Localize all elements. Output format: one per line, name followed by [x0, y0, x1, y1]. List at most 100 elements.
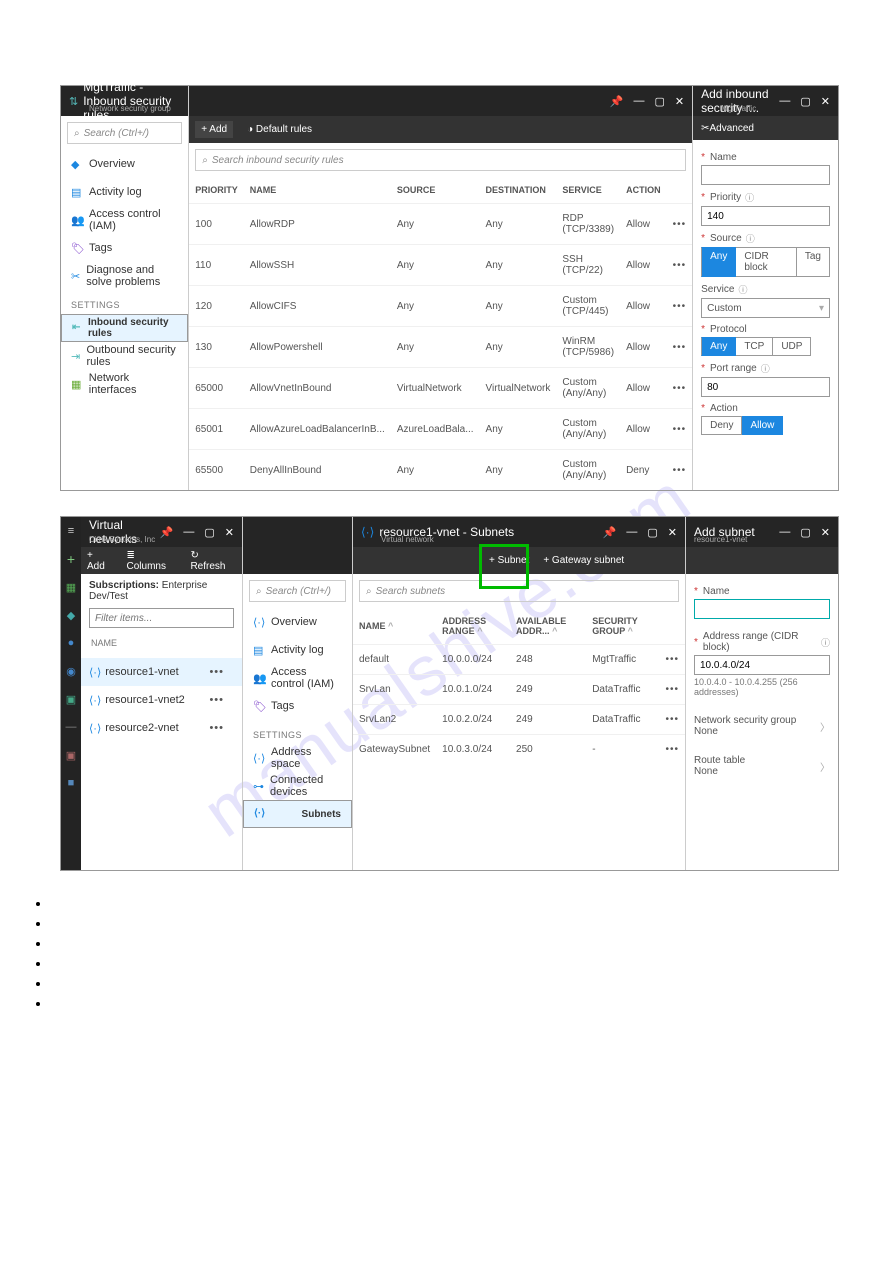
table-row[interactable]: SrvLan210.0.2.0/24249DataTraffic••• [353, 705, 685, 735]
advanced-button[interactable]: ✂ Advanced [693, 116, 838, 140]
source-tag[interactable]: Tag [797, 247, 830, 277]
col-nsg[interactable]: SECURITY GROUP ^ [586, 608, 659, 645]
maximize-icon[interactable]: ▢ [800, 95, 810, 108]
vnet-item-subnets[interactable]: ⟨·⟩Subnets [243, 800, 352, 828]
vnet-item-activity[interactable]: ▤Activity log [243, 636, 352, 664]
table-row[interactable]: 100AllowRDPAnyAnyRDP (TCP/3389)Allow••• [189, 204, 692, 245]
protocol-tcp[interactable]: TCP [736, 337, 773, 356]
protocol-udp[interactable]: UDP [773, 337, 811, 356]
vnet-item-iam[interactable]: 👥Access control (IAM) [243, 664, 352, 692]
row-menu-icon[interactable]: ••• [659, 675, 685, 705]
vnet-item-connected-devices[interactable]: ⊶Connected devices [243, 772, 352, 800]
portrange-input[interactable] [701, 377, 830, 397]
col-source[interactable]: SOURCE [391, 177, 480, 204]
table-row[interactable]: 130AllowPowershellAnyAnyWinRM (TCP/5986)… [189, 327, 692, 368]
protocol-segment[interactable]: Any TCP UDP [701, 337, 830, 356]
priority-input[interactable] [701, 206, 830, 226]
action-deny[interactable]: Deny [701, 416, 742, 435]
col-name[interactable]: NAME ^ [353, 608, 436, 645]
info-icon[interactable] [743, 191, 754, 204]
action-allow[interactable]: Allow [742, 416, 783, 435]
row-menu-icon[interactable]: ••• [667, 204, 693, 245]
rail-icon[interactable]: ● [65, 637, 77, 649]
add-vnet-button[interactable]: + Add [87, 550, 113, 572]
sidebar-item-iam[interactable]: 👥Access control (IAM) [61, 206, 188, 234]
sidebar-item-overview[interactable]: ◆Overview [61, 150, 188, 178]
nsg-selector[interactable]: Network security group None 〉 [694, 715, 830, 737]
close-icon[interactable]: ✕ [668, 526, 677, 539]
rail-icon[interactable]: ▦ [65, 581, 77, 593]
minimize-icon[interactable]: — [779, 526, 790, 539]
hamburger-icon[interactable]: ≡ [65, 525, 77, 537]
pin-icon[interactable]: 📌 [610, 95, 624, 108]
row-menu-icon[interactable]: ••• [659, 735, 685, 765]
vnet-search[interactable]: ⌕ Search (Ctrl+/) [249, 580, 346, 602]
close-icon[interactable]: ✕ [675, 95, 684, 108]
row-menu-icon[interactable]: ••• [667, 450, 693, 491]
table-row[interactable]: default10.0.0.0/24248MgtTraffic••• [353, 645, 685, 675]
default-rules-button[interactable]: ◑ Default rules [247, 124, 312, 135]
row-menu-icon[interactable]: ••• [209, 666, 234, 678]
source-cidr[interactable]: CIDR block [736, 247, 797, 277]
sidebar-item-diagnose[interactable]: ✂Diagnose and solve problems [61, 262, 188, 290]
name-input[interactable] [701, 165, 830, 185]
sidebar-item-tags[interactable]: 🏷Tags [61, 234, 188, 262]
sidebar-search[interactable]: ⌕ Search (Ctrl+/) [67, 122, 182, 144]
table-row[interactable]: 120AllowCIFSAnyAnyCustom (TCP/445)Allow•… [189, 286, 692, 327]
protocol-any[interactable]: Any [701, 337, 736, 356]
row-menu-icon[interactable]: ••• [667, 245, 693, 286]
minimize-icon[interactable]: — [183, 526, 194, 539]
filter-input[interactable] [89, 608, 234, 628]
close-icon[interactable]: ✕ [821, 95, 830, 108]
service-select[interactable]: Custom▾ [701, 298, 830, 318]
col-address-range[interactable]: ADDRESS RANGE ^ [436, 608, 510, 645]
subnet-name-input[interactable] [694, 599, 830, 619]
col-service[interactable]: SERVICE [556, 177, 620, 204]
info-icon[interactable] [759, 362, 770, 375]
vnet-item-address-space[interactable]: ⟨·⟩Address space [243, 744, 352, 772]
col-name[interactable]: NAME [244, 177, 391, 204]
pin-icon[interactable]: 📌 [603, 526, 617, 539]
col-destination[interactable]: DESTINATION [480, 177, 557, 204]
row-menu-icon[interactable]: ••• [667, 409, 693, 450]
source-any[interactable]: Any [701, 247, 736, 277]
close-icon[interactable]: ✕ [821, 526, 830, 539]
col-action[interactable]: ACTION [620, 177, 667, 204]
table-row[interactable]: 65500DenyAllInBoundAnyAnyCustom (Any/Any… [189, 450, 692, 491]
rail-icon[interactable]: ▣ [65, 693, 77, 705]
info-icon[interactable] [819, 636, 830, 649]
sidebar-item-activity[interactable]: ▤Activity log [61, 178, 188, 206]
rail-icon[interactable]: ◆ [65, 609, 77, 621]
action-segment[interactable]: Deny Allow [701, 416, 830, 435]
pin-icon[interactable]: 📌 [160, 526, 174, 539]
maximize-icon[interactable]: ▢ [654, 95, 664, 108]
row-menu-icon[interactable]: ••• [667, 286, 693, 327]
sidebar-item-nics[interactable]: ▦Network interfaces [61, 370, 188, 398]
add-gateway-subnet-button[interactable]: + Gateway subnet [543, 555, 624, 566]
rail-icon[interactable]: — [65, 721, 77, 733]
maximize-icon[interactable]: ▢ [647, 526, 657, 539]
add-rule-button[interactable]: + Add [195, 121, 233, 138]
table-row[interactable]: 65001AllowAzureLoadBalancerInB...AzureLo… [189, 409, 692, 450]
minimize-icon[interactable]: — [633, 95, 644, 108]
sidebar-item-inbound[interactable]: ⇤Inbound security rules [61, 314, 188, 342]
refresh-button[interactable]: ↻ Refresh [190, 550, 236, 572]
vnet-row[interactable]: ⟨·⟩resource2-vnet••• [81, 714, 242, 742]
table-row[interactable]: SrvLan10.0.1.0/24249DataTraffic••• [353, 675, 685, 705]
vnet-item-overview[interactable]: ⟨·⟩Overview [243, 608, 352, 636]
row-menu-icon[interactable]: ••• [209, 722, 234, 734]
minimize-icon[interactable]: — [779, 95, 790, 108]
rail-icon[interactable]: ◉ [65, 665, 77, 677]
new-resource-icon[interactable]: + [65, 553, 77, 565]
vnet-row[interactable]: ⟨·⟩resource1-vnet2••• [81, 686, 242, 714]
row-menu-icon[interactable]: ••• [659, 705, 685, 735]
row-menu-icon[interactable]: ••• [667, 368, 693, 409]
close-icon[interactable]: ✕ [225, 526, 234, 539]
rail-icon[interactable]: ■ [65, 777, 77, 789]
row-menu-icon[interactable]: ••• [209, 694, 234, 706]
rail-icon[interactable]: ▣ [65, 749, 77, 761]
row-menu-icon[interactable]: ••• [659, 645, 685, 675]
maximize-icon[interactable]: ▢ [800, 526, 810, 539]
minimize-icon[interactable]: — [626, 526, 637, 539]
col-priority[interactable]: PRIORITY [189, 177, 244, 204]
